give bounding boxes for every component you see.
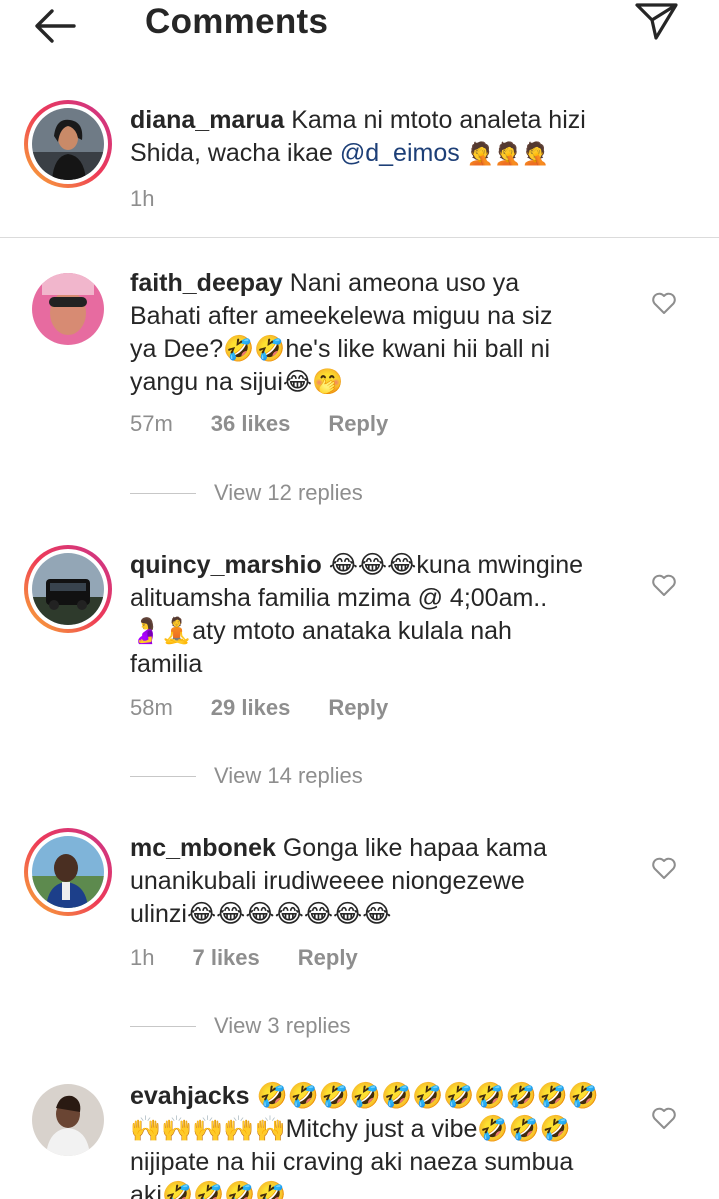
view-replies-label: View 12 replies — [214, 480, 363, 505]
comment-text: Kama ni mtoto analeta hizi — [291, 106, 586, 134]
reply-button[interactable]: Reply — [328, 695, 388, 721]
username[interactable]: quincy_marshio — [130, 551, 322, 579]
view-replies-button[interactable]: View 12 replies — [130, 480, 363, 506]
timestamp: 1h — [130, 186, 155, 211]
comment-text: alituamsha familia mzima @ 4;00am.. — [130, 584, 548, 612]
comment-meta: 57m 36 likes Reply — [130, 411, 426, 437]
comment-text-block: evahjacks 🤣🤣🤣🤣🤣🤣🤣🤣🤣🤣🤣 🙌🙌🙌🙌🙌Mitchy just a… — [130, 1080, 610, 1199]
heart-outline-icon[interactable] — [651, 856, 677, 880]
timestamp: 57m — [130, 411, 173, 436]
divider — [130, 1025, 196, 1027]
comment-text: 🙌🙌🙌🙌🙌Mitchy just a vibe🤣🤣🤣 — [130, 1115, 571, 1143]
timestamp: 1h — [130, 945, 155, 970]
comment-text-block: quincy_marshio 😂😂😂kuna mwingine alituams… — [130, 549, 610, 681]
username[interactable]: faith_deepay — [130, 269, 283, 297]
comment-text: 🤣🤣🤣🤣🤣🤣🤣🤣🤣🤣🤣 — [256, 1082, 599, 1110]
likes-count[interactable]: 29 likes — [211, 695, 291, 721]
comment-text: 😂😂😂kuna mwingine — [328, 551, 584, 579]
avatar[interactable] — [24, 828, 112, 916]
comment-text: Shida, wacha ikae — [130, 139, 340, 167]
view-replies-label: View 3 replies — [214, 1013, 351, 1038]
comment-text: ulinzi😂😂😂😂😂😂😂 — [130, 900, 392, 928]
avatar[interactable] — [24, 265, 112, 353]
view-replies-button[interactable]: View 14 replies — [130, 763, 363, 789]
header-bar: Comments — [0, 0, 719, 60]
emoji: 🤦🤦🤦 — [466, 142, 549, 167]
timestamp: 58m — [130, 695, 173, 720]
caption-text: diana_marua Kama ni mtoto analeta hizi S… — [130, 104, 610, 171]
mention-link[interactable]: @d_eimos — [340, 139, 460, 167]
heart-outline-icon[interactable] — [651, 573, 677, 597]
view-replies-button[interactable]: View 3 replies — [130, 1013, 351, 1039]
username[interactable]: diana_marua — [130, 106, 284, 134]
divider — [130, 775, 196, 777]
reply-button[interactable]: Reply — [328, 411, 388, 437]
comment-meta: 1h 7 likes Reply — [130, 945, 396, 971]
comment-text: aki🤣🤣🤣🤣 — [130, 1181, 287, 1199]
comment-text: 🤰🧘aty mtoto anataka kulala nah — [130, 617, 512, 645]
avatar[interactable] — [24, 545, 112, 633]
likes-count[interactable]: 36 likes — [211, 411, 291, 437]
divider — [0, 237, 719, 238]
avatar[interactable] — [24, 1076, 112, 1164]
comment-text-block: mc_mbonek Gonga like hapaa kama unanikub… — [130, 832, 610, 931]
username[interactable]: mc_mbonek — [130, 834, 276, 862]
comment-text: familia — [130, 650, 203, 678]
divider — [130, 492, 196, 494]
heart-outline-icon[interactable] — [651, 1106, 677, 1130]
paper-plane-icon[interactable] — [632, 0, 680, 44]
page-title: Comments — [145, 2, 329, 41]
comment-text: unanikubali irudiweeee niongezewe — [130, 867, 525, 895]
comment-text: Nani ameona uso ya — [289, 269, 520, 297]
comment-text: ya Dee?🤣🤣he's like kwani hii ball ni — [130, 335, 550, 363]
comment-meta: 58m 29 likes Reply — [130, 695, 426, 721]
comment-meta: 1h — [130, 186, 192, 212]
comment-text: Gonga like hapaa kama — [282, 834, 547, 862]
comment-text: Bahati after ameekelewa miguu na siz — [130, 302, 553, 330]
likes-count[interactable]: 7 likes — [192, 945, 259, 971]
comment-text: yangu na sijui😂🤭 — [130, 368, 344, 396]
comment-text: nijipate na hii craving aki naeza sumbua — [130, 1148, 574, 1176]
username[interactable]: evahjacks — [130, 1082, 250, 1110]
view-replies-label: View 14 replies — [214, 763, 363, 788]
reply-button[interactable]: Reply — [298, 945, 358, 971]
heart-outline-icon[interactable] — [651, 291, 677, 315]
arrow-left-icon[interactable] — [30, 6, 80, 46]
avatar[interactable] — [24, 100, 112, 188]
comment-text-block: faith_deepay Nani ameona uso ya Bahati a… — [130, 267, 610, 399]
